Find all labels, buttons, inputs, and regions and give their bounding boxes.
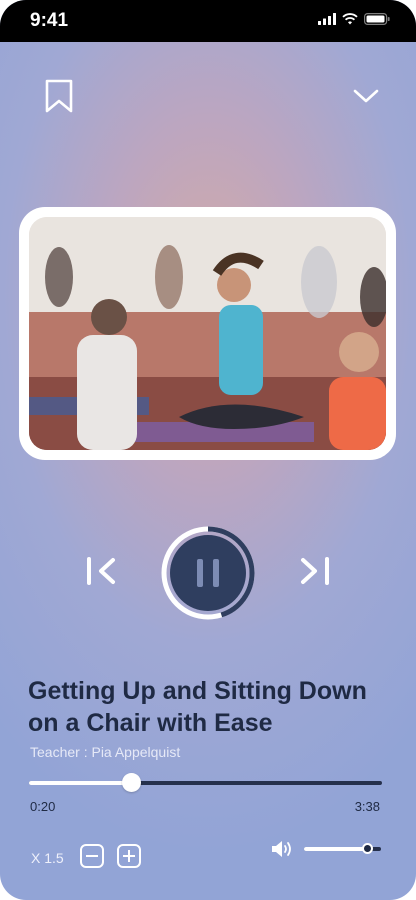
- status-time: 9:41: [30, 10, 69, 31]
- volume-fill: [304, 847, 368, 851]
- skip-next-icon: [301, 557, 329, 585]
- chevron-down-icon: [353, 89, 379, 103]
- volume-thumb[interactable]: [361, 843, 373, 854]
- video-frame: [19, 207, 396, 460]
- speed-label: X 1.5: [31, 850, 64, 866]
- battery-icon: [364, 13, 390, 25]
- speed-decrease-button[interactable]: [80, 844, 104, 868]
- video-thumbnail[interactable]: [29, 217, 386, 450]
- signal-icon: [318, 13, 336, 25]
- speed-increase-button[interactable]: [117, 844, 141, 868]
- current-time: 0:20: [30, 799, 56, 814]
- yoga-class-image: [29, 217, 386, 450]
- next-button[interactable]: [297, 556, 331, 586]
- pause-button-graphic: [161, 526, 255, 620]
- play-pause-button[interactable]: [160, 525, 256, 621]
- skip-previous-icon: [87, 557, 115, 585]
- minus-icon: [86, 855, 98, 857]
- teacher-name: Teacher : Pia Appelquist: [30, 744, 181, 760]
- player-screen: 9:41 Getting Up and Sitting Down on a Ch…: [0, 0, 416, 900]
- previous-button[interactable]: [85, 556, 119, 586]
- volume-icon[interactable]: [270, 838, 294, 860]
- collapse-button[interactable]: [349, 78, 383, 114]
- progress-thumb[interactable]: [121, 773, 141, 792]
- track-title: Getting Up and Sitting Down on a Chair w…: [28, 677, 367, 737]
- total-time: 3:38: [354, 799, 380, 814]
- wifi-icon: [342, 13, 358, 25]
- progress-fill: [29, 781, 132, 785]
- progress-bar[interactable]: [29, 773, 382, 792]
- volume-slider[interactable]: [304, 843, 381, 854]
- status-icons: [318, 13, 390, 25]
- status-bar: 9:41: [0, 0, 416, 42]
- bookmark-icon: [45, 79, 73, 113]
- bookmark-button[interactable]: [42, 78, 76, 114]
